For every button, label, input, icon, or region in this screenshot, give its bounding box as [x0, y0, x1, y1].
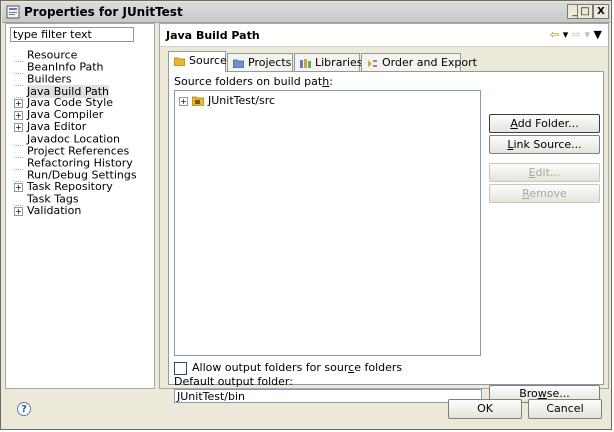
expand-icon[interactable]: +	[14, 182, 23, 192]
filter-input[interactable]: type filter text	[10, 27, 134, 42]
source-folder-icon	[174, 57, 185, 66]
tab-label: Order and Export	[382, 56, 477, 69]
tree-item-validation[interactable]: + Validation	[14, 205, 81, 217]
edit-button[interactable]: Edit...	[489, 163, 600, 182]
tree-item-label: Java Editor	[27, 120, 87, 133]
tab-label: Libraries	[315, 56, 363, 69]
tab-label: Projects	[248, 56, 292, 69]
ok-button[interactable]: OK	[448, 399, 522, 419]
close-button[interactable]: X	[593, 4, 609, 19]
cancel-button[interactable]: Cancel	[528, 399, 602, 419]
properties-icon	[6, 5, 20, 19]
libraries-icon	[300, 58, 311, 68]
help-icon[interactable]: ?	[17, 402, 31, 416]
source-folder-icon	[191, 96, 205, 107]
dialog-content: type filter text Resource BeanInfo Path …	[5, 23, 609, 403]
allow-output-label: Allow output folders for source folders	[192, 361, 403, 374]
default-output-label: Default output folder:	[174, 375, 293, 388]
projects-icon	[233, 59, 244, 68]
tree-item-java-editor[interactable]: + Java Editor	[14, 121, 86, 133]
tab-label: Source	[189, 54, 227, 67]
window-title: Properties for JUnitTest	[24, 5, 183, 19]
back-dropdown-icon[interactable]: ▾	[563, 28, 569, 41]
expand-icon[interactable]: +	[14, 98, 23, 108]
tree-item-label: Builders	[27, 72, 72, 86]
tree-item-task-repository[interactable]: + Task Repository	[14, 181, 113, 193]
tab-projects[interactable]: Projects	[227, 53, 293, 72]
tab-order-and-export[interactable]: Order and Export	[361, 53, 477, 72]
tree-item-refactoring-history[interactable]: Refactoring History	[14, 157, 133, 170]
tree-item-builders[interactable]: Builders	[14, 72, 72, 86]
tree-item-label: Validation	[27, 204, 82, 217]
tree-item-resource[interactable]: Resource	[14, 49, 77, 62]
source-folders-label: Source folders on build path:	[174, 75, 333, 88]
title-bar[interactable]: Properties for JUnitTest _ □ X	[2, 2, 610, 23]
properties-dialog: Properties for JUnitTest _ □ X type filt…	[0, 0, 612, 430]
history-nav: ⇦ ▾ ⇨ ▾ ▼	[550, 28, 602, 41]
tree-item-javadoc-location[interactable]: Javadoc Location	[14, 133, 120, 146]
tab-libraries[interactable]: Libraries	[294, 53, 363, 72]
view-menu-icon[interactable]: ▼	[594, 28, 602, 41]
category-pane: type filter text Resource BeanInfo Path …	[5, 23, 155, 389]
remove-button[interactable]: Remove	[489, 184, 600, 203]
add-folder-button[interactable]: Add Folder...	[489, 114, 600, 133]
dialog-button-bar: ? OK Cancel	[5, 393, 609, 429]
expand-icon[interactable]: +	[14, 122, 23, 132]
checkbox-box[interactable]	[174, 361, 187, 375]
expand-icon[interactable]: +	[14, 110, 23, 120]
property-page: Java Build Path ⇦ ▾ ⇨ ▾ ▼ Source Project…	[159, 23, 609, 403]
source-tab-panel: Source folders on build path: + JUnitTest…	[168, 71, 604, 403]
source-folder-name: JUnitTest/src	[208, 94, 276, 107]
allow-output-folders-checkbox[interactable]: Allow output folders for source folders	[174, 361, 402, 375]
maximize-button[interactable]: □	[577, 4, 593, 19]
page-header: Java Build Path ⇦ ▾ ⇨ ▾ ▼	[160, 24, 608, 47]
list-item[interactable]: + JUnitTest/src	[179, 95, 275, 107]
forward-dropdown-icon[interactable]: ▾	[585, 28, 591, 41]
tab-source[interactable]: Source	[168, 51, 227, 72]
source-folders-list[interactable]: + JUnitTest/src	[174, 90, 481, 356]
expand-icon[interactable]: +	[179, 96, 188, 106]
tree-item-label: Task Repository	[27, 180, 113, 193]
order-export-icon	[368, 59, 377, 67]
expand-icon[interactable]: +	[14, 206, 23, 216]
tree-item-project-references[interactable]: Project References	[14, 145, 129, 158]
back-arrow-icon[interactable]: ⇦	[550, 28, 559, 41]
forward-arrow-icon[interactable]: ⇨	[572, 28, 581, 41]
tree-item-beaninfo-path[interactable]: BeanInfo Path	[14, 61, 104, 74]
page-title: Java Build Path	[166, 29, 260, 42]
link-source-button[interactable]: Link Source...	[489, 135, 600, 154]
